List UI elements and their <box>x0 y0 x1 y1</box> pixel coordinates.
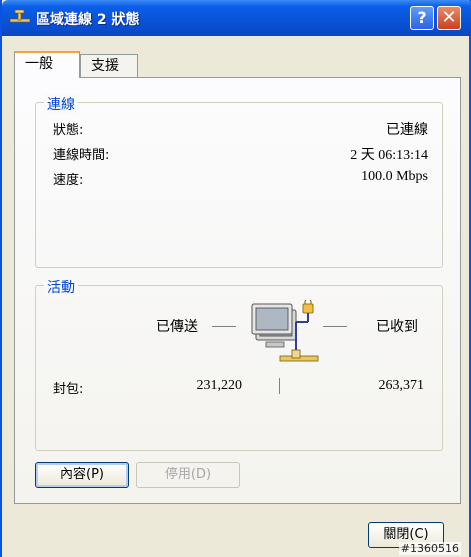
tab-general[interactable]: 一般 <box>14 51 80 78</box>
dialog-window: 區域連線 2 狀態 ? ✕ 一般 支援 連線 狀態: 已連線 連線時間: 2 天… <box>0 0 471 557</box>
speed-label: 速度: <box>53 173 84 188</box>
packets-sent-value: 231,220 <box>196 378 243 393</box>
packets-received-value: 263,371 <box>378 378 425 393</box>
status-value: 已連線 <box>386 123 428 138</box>
properties-button[interactable]: 內容(P) <box>35 462 129 488</box>
window-title: 區域連線 2 狀態 <box>36 12 140 28</box>
close-window-button[interactable]: ✕ <box>437 6 461 30</box>
network-connection-icon <box>10 10 30 23</box>
packets-label: 封包: <box>53 382 84 397</box>
divider-line <box>279 378 280 394</box>
duration-value: 2 天 06:13:14 <box>350 148 428 163</box>
speed-value: 100.0 Mbps <box>361 169 428 184</box>
tab-panel-general: 連線 狀態: 已連線 連線時間: 2 天 06:13:14 速度: 100.0 … <box>14 77 461 504</box>
duration-label: 連線時間: <box>53 148 110 163</box>
help-button[interactable]: ? <box>410 6 434 30</box>
activity-legend: 活動 <box>44 277 78 297</box>
sent-line <box>212 326 236 327</box>
tab-support[interactable]: 支援 <box>80 54 138 77</box>
watermark-text: #1360516 <box>398 542 461 555</box>
activity-group: 活動 已傳送 已收到 封包: 231,220 263,371 <box>35 277 443 451</box>
received-label: 已收到 <box>376 319 418 335</box>
title-bar[interactable]: 區域連線 2 狀態 ? ✕ <box>2 0 471 36</box>
connection-legend: 連線 <box>44 94 78 114</box>
connection-group: 連線 狀態: 已連線 連線時間: 2 天 06:13:14 速度: 100.0 … <box>35 94 443 268</box>
received-line <box>323 326 347 327</box>
sent-label: 已傳送 <box>156 319 198 335</box>
status-label: 狀態: <box>53 123 84 138</box>
network-computer-icon <box>251 300 319 362</box>
disable-button[interactable]: 停用(D) <box>136 462 240 488</box>
